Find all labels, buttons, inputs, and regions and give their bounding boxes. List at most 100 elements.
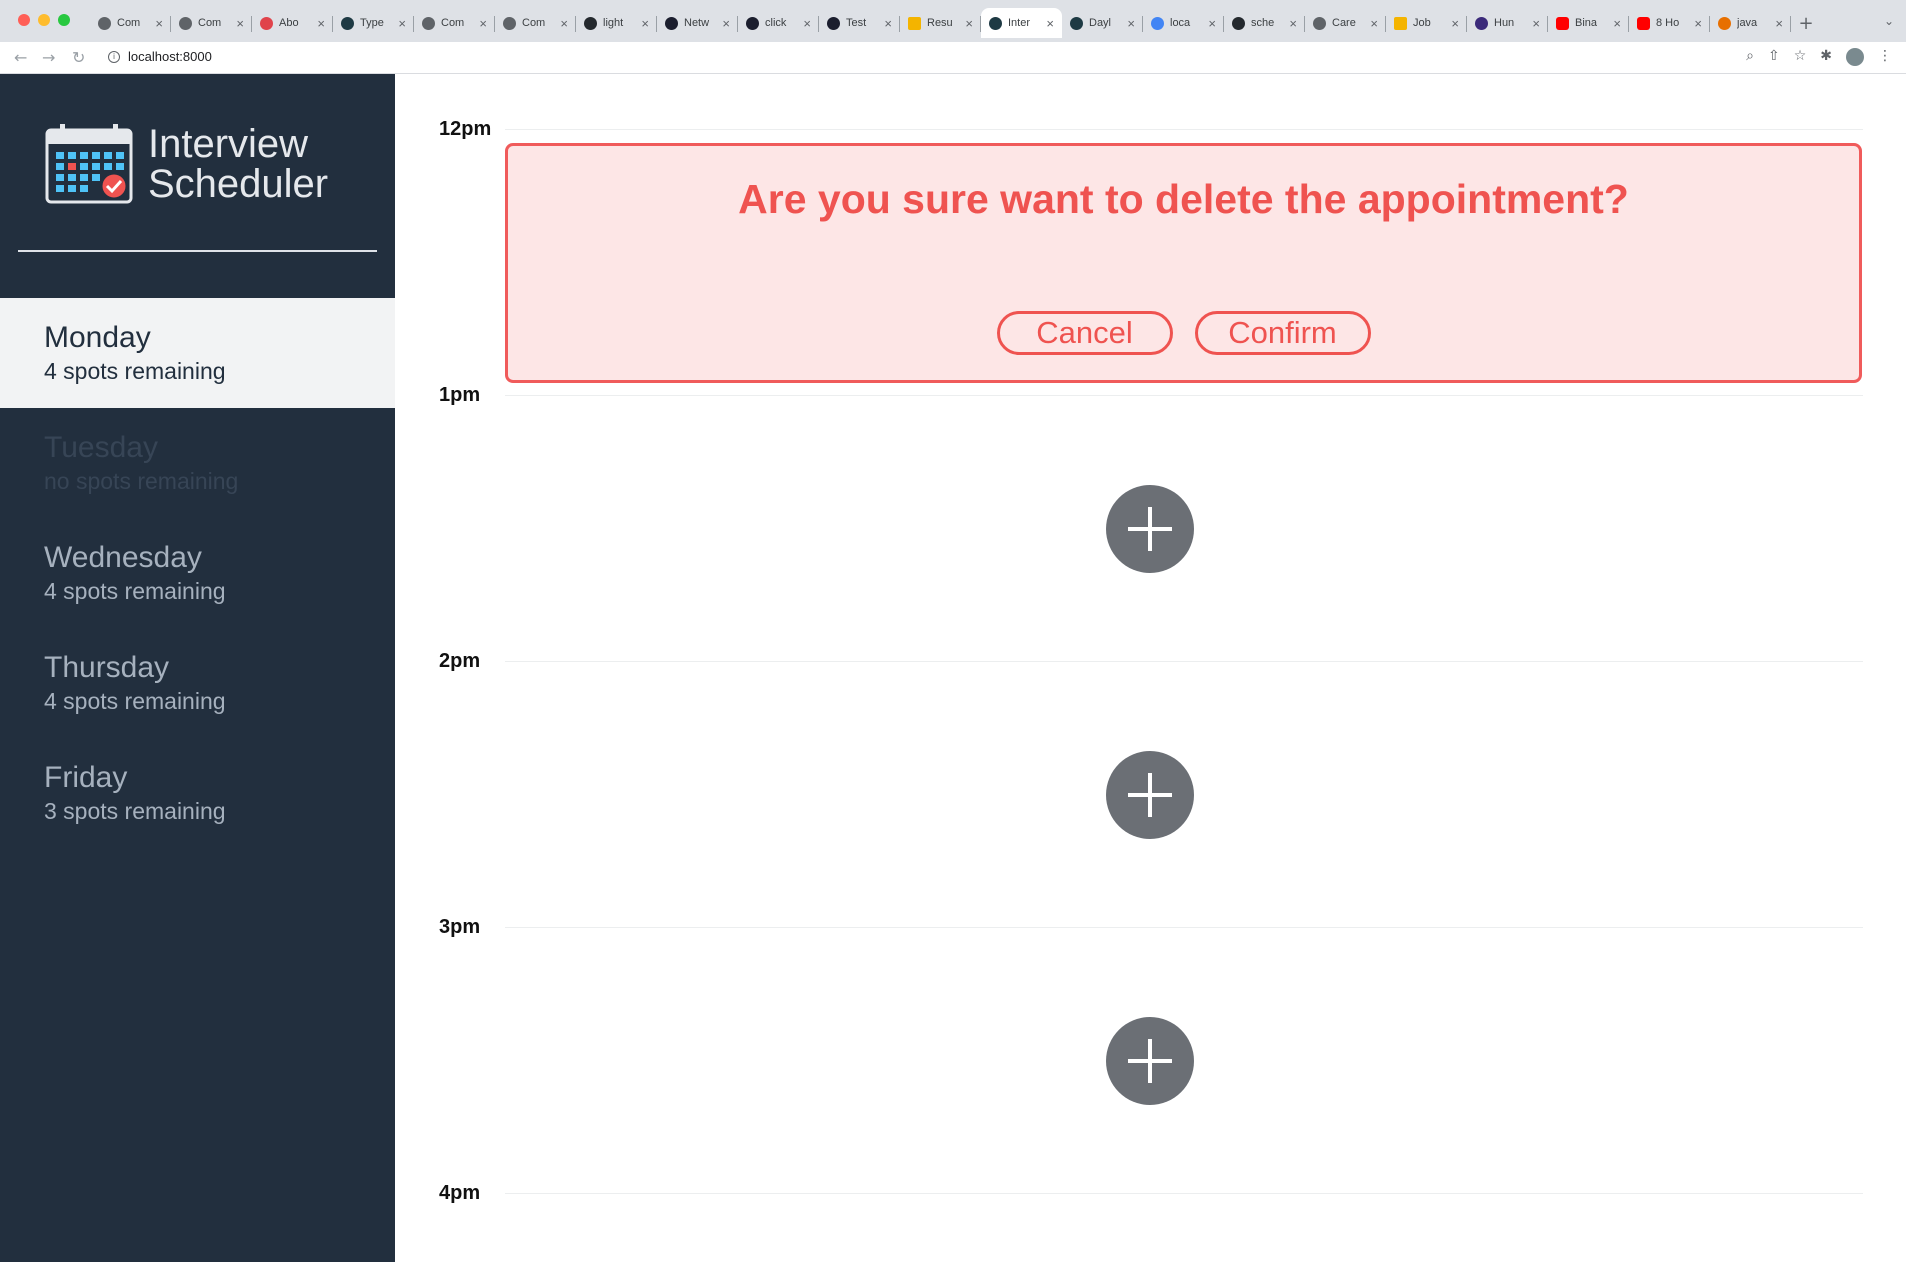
sidebar: Interview Scheduler Monday 4 spots remai…: [0, 74, 395, 1262]
close-tab-icon[interactable]: ×: [884, 16, 892, 31]
interview-scheduler-app: Interview Scheduler Monday 4 spots remai…: [0, 74, 1906, 1262]
add-appointment-button[interactable]: [1106, 751, 1194, 839]
logo: Interview Scheduler: [44, 122, 328, 206]
close-tab-icon[interactable]: ×: [1451, 16, 1459, 31]
profile-avatar[interactable]: [1846, 48, 1864, 66]
add-appointment-button[interactable]: [1106, 485, 1194, 573]
browser-tab[interactable]: java ×: [1710, 8, 1791, 38]
share-icon[interactable]: ⇧: [1768, 48, 1780, 66]
browser-tab[interactable]: Com ×: [171, 8, 252, 38]
browser-tab[interactable]: click ×: [738, 8, 819, 38]
sidebar-divider: [18, 250, 377, 252]
close-tab-icon[interactable]: ×: [803, 16, 811, 31]
maximize-window-button[interactable]: [58, 14, 70, 26]
close-tab-icon[interactable]: ×: [1694, 16, 1702, 31]
day-list-item-tuesday[interactable]: Tuesday no spots remaining: [0, 408, 395, 518]
browser-tab[interactable]: Type ×: [333, 8, 414, 38]
day-list-item-wednesday[interactable]: Wednesday 4 spots remaining: [0, 518, 395, 628]
github-icon: [1232, 16, 1245, 30]
browser-tab[interactable]: Dayl ×: [1062, 8, 1143, 38]
browser-toolbar: ⌕ ⇧ ☆ ✱ ⋮: [1746, 48, 1892, 66]
close-tab-icon[interactable]: ×: [398, 16, 406, 31]
close-tab-icon[interactable]: ×: [1775, 16, 1783, 31]
day-name: Thursday: [44, 651, 170, 684]
cancel-button[interactable]: Cancel: [996, 311, 1173, 355]
back-arrow-icon[interactable]: ←: [14, 48, 27, 67]
java-icon: [1718, 16, 1731, 30]
browser-tab[interactable]: Job ×: [1386, 8, 1467, 38]
menu-kebab-icon[interactable]: ⋮: [1878, 48, 1892, 66]
close-tab-icon[interactable]: ×: [155, 16, 163, 31]
close-tab-icon[interactable]: ×: [1208, 16, 1216, 31]
zoom-icon[interactable]: ⌕: [1746, 48, 1754, 66]
close-tab-icon[interactable]: ×: [236, 16, 244, 31]
browser-tab[interactable]: Com ×: [90, 8, 171, 38]
calendar-logo-icon: [45, 124, 133, 204]
cypress-icon: [665, 16, 678, 30]
site-info-icon[interactable]: i: [108, 50, 120, 63]
close-window-button[interactable]: [18, 14, 30, 26]
browser-tab-active[interactable]: Inter ×: [981, 8, 1062, 38]
close-tab-icon[interactable]: ×: [1532, 16, 1540, 31]
browser-tab[interactable]: Hun ×: [1467, 8, 1548, 38]
close-tab-icon[interactable]: ×: [1370, 16, 1378, 31]
close-tab-icon[interactable]: ×: [965, 16, 973, 31]
favicon-icon: [341, 16, 354, 30]
tab-strip: Com × Com × Abo × Type × Com × Com × light × Ne…: [90, 8, 1821, 42]
day-name: Friday: [44, 761, 128, 794]
add-appointment-button[interactable]: [1106, 1017, 1194, 1105]
day-name: Monday: [44, 321, 151, 354]
youtube-icon: [1637, 16, 1650, 30]
browser-tab[interactable]: Test ×: [819, 8, 900, 38]
browser-tab[interactable]: Care ×: [1305, 8, 1386, 38]
forward-arrow-icon[interactable]: →: [42, 48, 55, 67]
cypress-icon: [827, 16, 840, 30]
close-tab-icon[interactable]: ×: [560, 16, 568, 31]
react-icon: [989, 16, 1002, 30]
minimize-window-button[interactable]: [38, 14, 50, 26]
time-label: 4pm: [439, 1182, 481, 1204]
browser-tab[interactable]: light ×: [576, 8, 657, 38]
new-tab-button[interactable]: +: [1791, 8, 1821, 38]
day-list-item-thursday[interactable]: Thursday 4 spots remaining: [0, 628, 395, 738]
day-list: Monday 4 spots remaining Tuesday no spot…: [0, 298, 395, 848]
close-tab-icon[interactable]: ×: [1127, 16, 1135, 31]
favicon-icon: [179, 16, 192, 30]
favicon-icon: [98, 16, 111, 30]
browser-tab[interactable]: Abo ×: [252, 8, 333, 38]
delete-confirm-dialog: Are you sure want to delete the appointm…: [505, 143, 1862, 383]
browser-tab[interactable]: Bina ×: [1548, 8, 1629, 38]
close-tab-icon[interactable]: ×: [1289, 16, 1297, 31]
hour-divider: [505, 1193, 1863, 1194]
close-tab-icon[interactable]: ×: [317, 16, 325, 31]
browser-tab[interactable]: Com ×: [414, 8, 495, 38]
browser-tab[interactable]: sche ×: [1224, 8, 1305, 38]
reload-icon[interactable]: ↻: [72, 48, 85, 67]
url-text: localhost:8000: [128, 49, 212, 64]
url-field[interactable]: i localhost:8000: [108, 49, 212, 64]
close-tab-icon[interactable]: ×: [1613, 16, 1621, 31]
close-tab-icon[interactable]: ×: [479, 16, 487, 31]
favicon-icon: [260, 16, 273, 30]
bookmark-star-icon[interactable]: ☆: [1794, 48, 1807, 66]
day-list-item-monday[interactable]: Monday 4 spots remaining: [0, 298, 395, 408]
day-list-item-friday[interactable]: Friday 3 spots remaining: [0, 738, 395, 848]
day-spots: no spots remaining: [44, 468, 239, 494]
close-tab-icon[interactable]: ×: [641, 16, 649, 31]
confirm-button[interactable]: Confirm: [1194, 311, 1371, 355]
close-tab-icon[interactable]: ×: [722, 16, 730, 31]
browser-tab[interactable]: Netw ×: [657, 8, 738, 38]
tab-search-chevron-icon[interactable]: ⌄: [1884, 14, 1894, 28]
browser-tab[interactable]: Resu ×: [900, 8, 981, 38]
extensions-icon[interactable]: ✱: [1820, 48, 1832, 66]
browser-tab-bar: Com × Com × Abo × Type × Com × Com × light × Ne…: [0, 0, 1906, 42]
browser-tab[interactable]: 8 Ho ×: [1629, 8, 1710, 38]
browser-tab[interactable]: loca ×: [1143, 8, 1224, 38]
slides-icon: [908, 16, 921, 30]
google-icon: [1151, 16, 1164, 30]
close-tab-icon[interactable]: ×: [1046, 16, 1054, 31]
browser-tab[interactable]: Com ×: [495, 8, 576, 38]
day-name: Tuesday: [44, 431, 158, 464]
day-spots: 4 spots remaining: [44, 688, 226, 714]
favicon-icon: [422, 16, 435, 30]
